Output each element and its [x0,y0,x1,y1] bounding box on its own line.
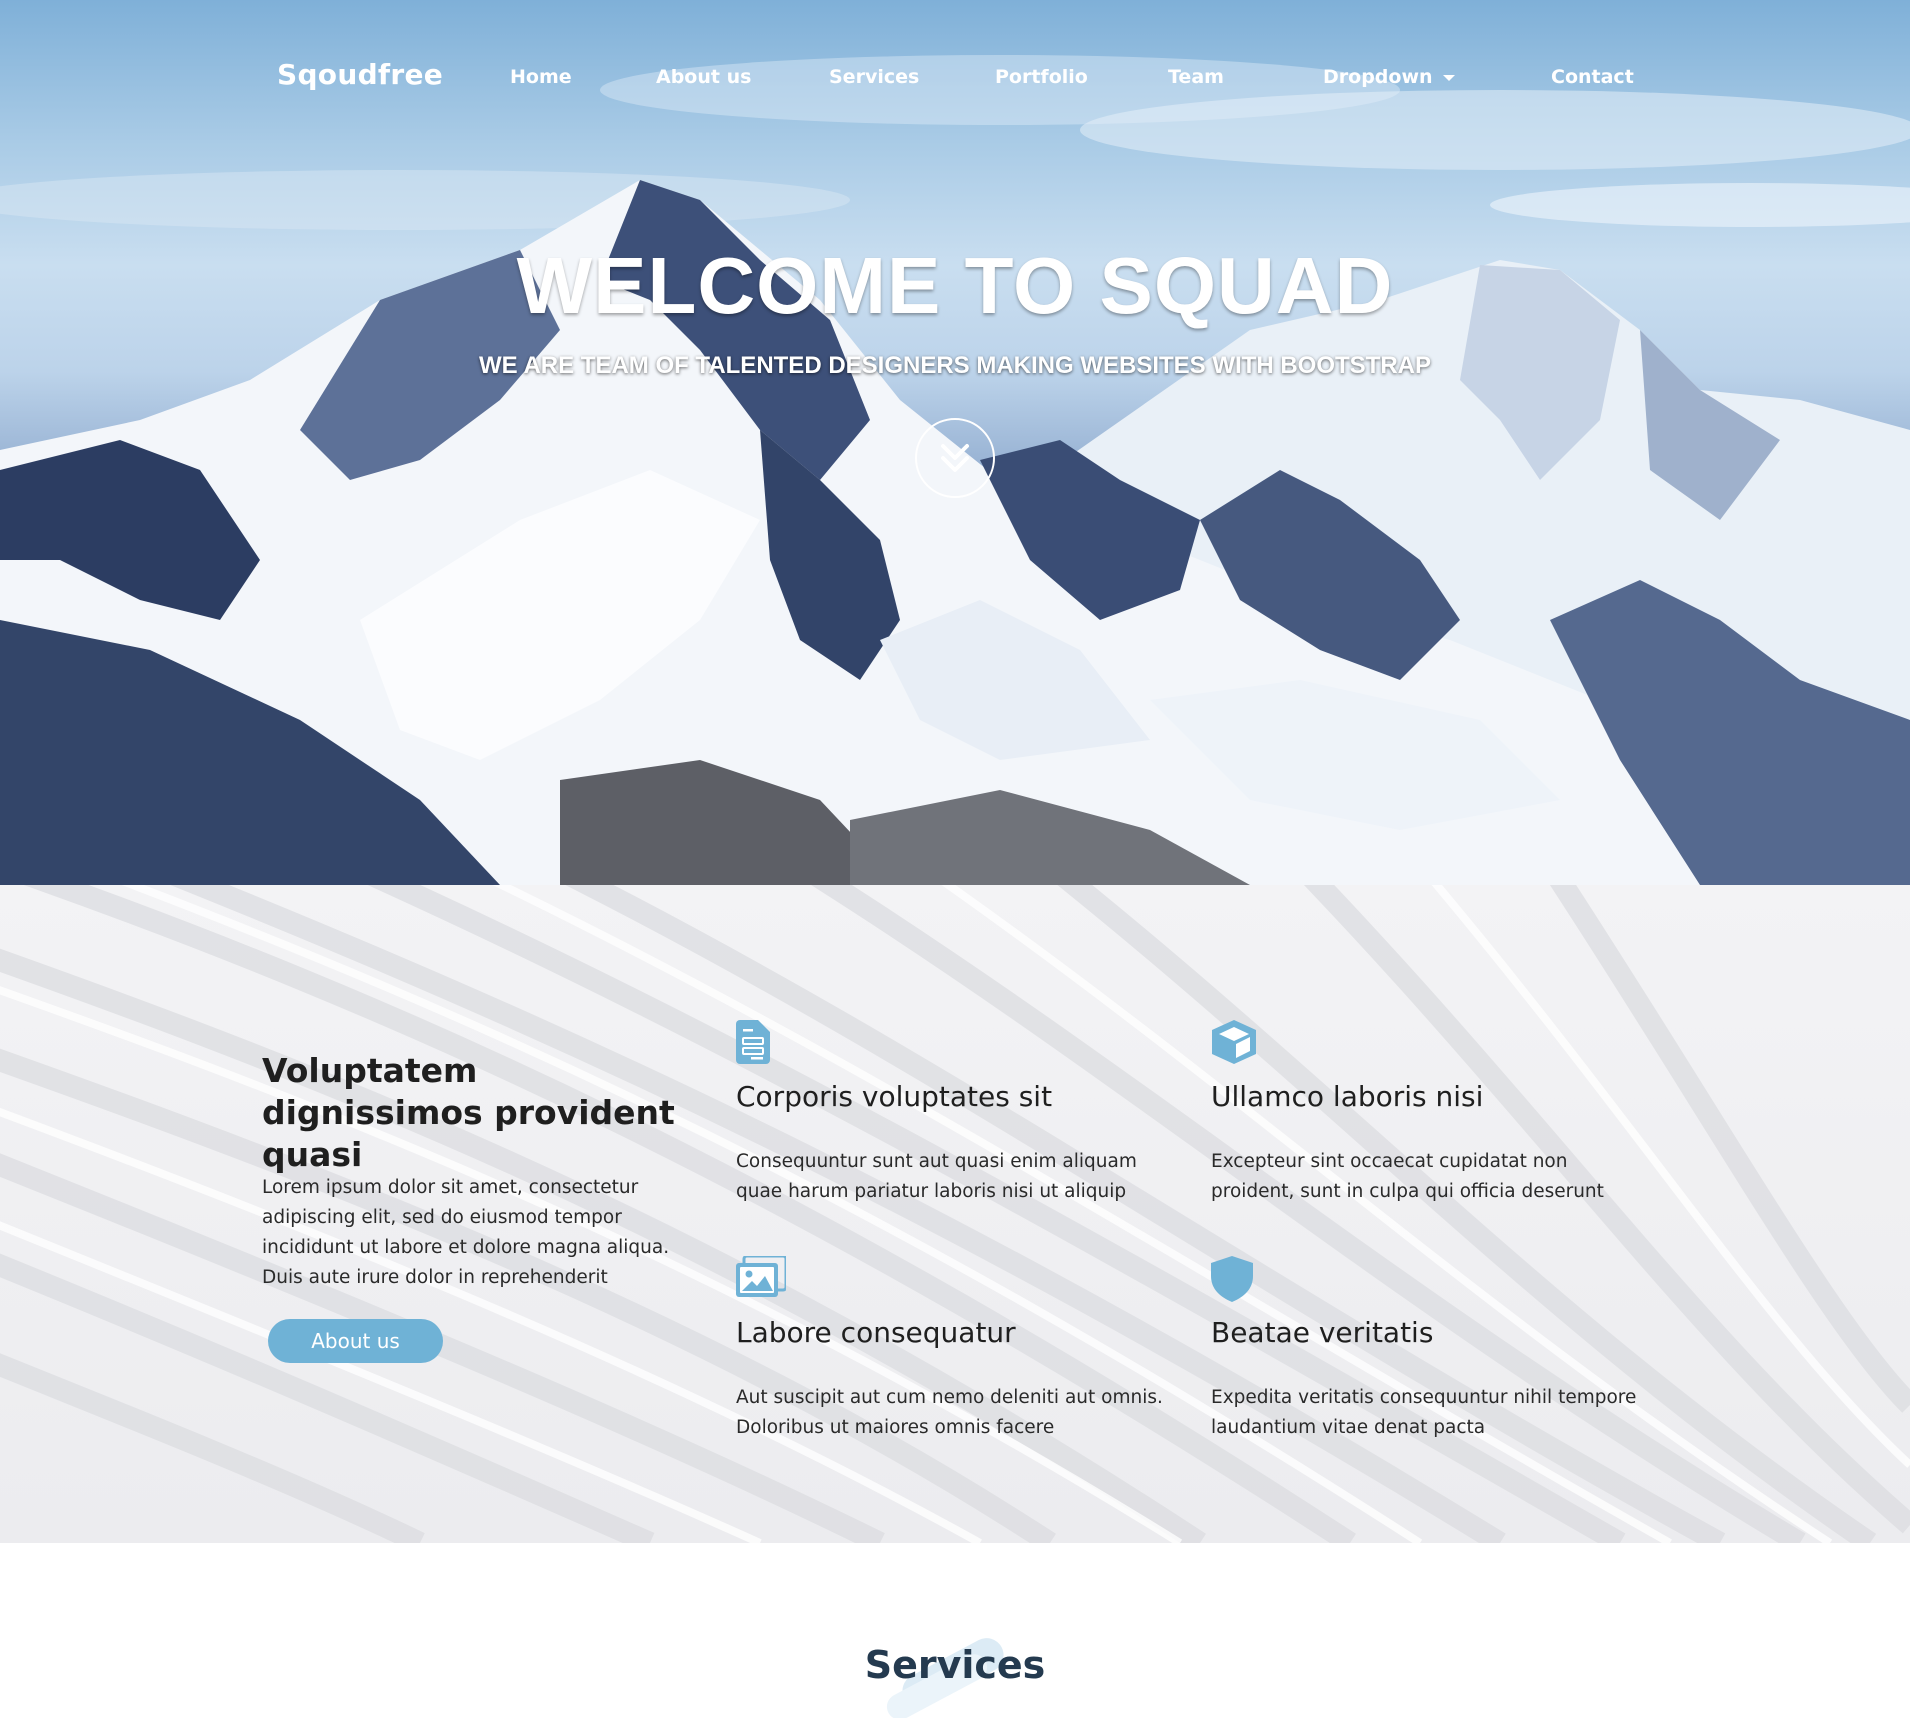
caret-down-icon [1442,74,1455,81]
shield-icon [1211,1256,1253,1302]
document-icon [736,1020,770,1064]
nav-item-portfolio[interactable]: Portfolio [995,66,1088,88]
feature-text: Excepteur sint occaecat cupidatat non pr… [1211,1151,1604,1202]
nav-item-services[interactable]: Services [829,66,919,88]
intro-title: Voluptatem dignissimos provident quasi [262,1051,675,1174]
images-icon [736,1256,786,1297]
cube-icon [1212,1020,1256,1064]
nav-item-home[interactable]: Home [510,66,572,88]
hero-subtitle: WE ARE TEAM OF TALENTED DESIGNERS MAKING… [479,352,1431,379]
feature-title: Ullamco laboris nisi [1211,1080,1484,1113]
feature-card: Labore consequatur Aut suscipit aut cum … [736,1256,1176,1456]
feature-title: Labore consequatur [736,1316,1016,1349]
intro-text: Lorem ipsum dolor sit amet, consectetur … [262,1177,670,1288]
services-section: Services [0,1543,1910,1726]
feature-title: Corporis voluptates sit [736,1080,1053,1113]
hero-title: WELCOME TO SQUAD [516,241,1394,330]
main-navbar: Sqoudfree Home About us Services Portfol… [0,56,1910,96]
feature-text: Consequuntur sunt aut quasi enim aliquam… [736,1151,1137,1202]
nav-item-contact[interactable]: Contact [1551,66,1634,88]
nav-item-team[interactable]: Team [1168,66,1224,88]
feature-title: Beatae veritatis [1211,1316,1434,1349]
features-section: Voluptatem dignissimos provident quasi L… [0,885,1910,1543]
brand-logo[interactable]: Sqoudfree [277,58,443,91]
feature-text: Expedita veritatis consequuntur nihil te… [1211,1387,1637,1438]
nav-item-dropdown[interactable]: Dropdown [1323,66,1455,88]
services-title: Services [864,1643,1046,1687]
hero-section: Sqoudfree Home About us Services Portfol… [0,0,1910,885]
feature-card: Beatae veritatis Expedita veritatis cons… [1211,1256,1651,1456]
feature-card: Ullamco laboris nisi Excepteur sint occa… [1211,1020,1651,1220]
feature-text: Aut suscipit aut cum nemo deleniti aut o… [736,1387,1163,1438]
nav-item-dropdown-label: Dropdown [1323,66,1433,88]
nav-item-about-us[interactable]: About us [656,66,751,88]
chevron-double-down-icon [941,444,969,472]
scroll-down-button[interactable] [915,418,995,498]
feature-card: Corporis voluptates sit Consequuntur sun… [736,1020,1176,1220]
about-us-button[interactable]: About us [268,1319,443,1363]
